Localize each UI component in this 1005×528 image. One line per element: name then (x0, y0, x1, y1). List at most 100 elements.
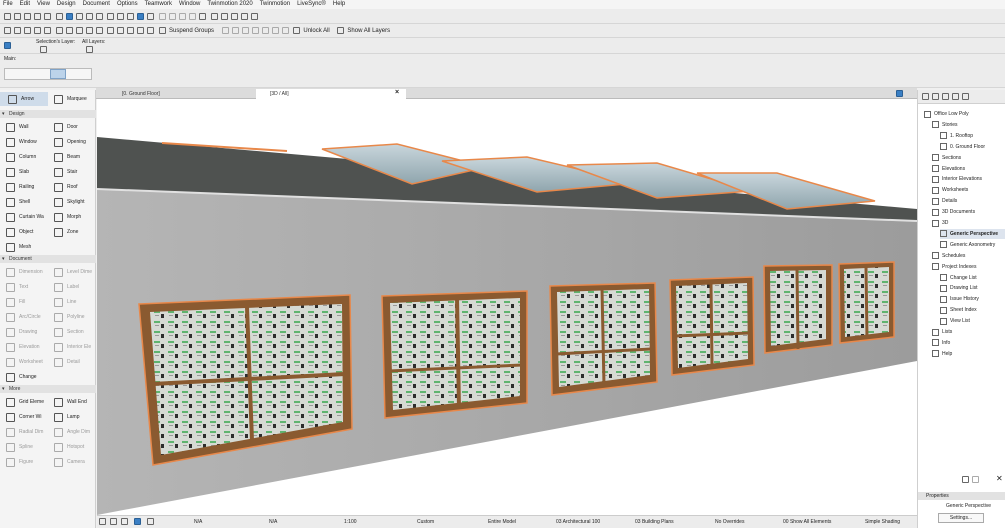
navigator-item[interactable]: Worksheets (932, 185, 968, 195)
tool-spline[interactable]: Spline (6, 440, 33, 454)
navigator-item[interactable]: Generic Perspective (940, 228, 1005, 239)
menu-item[interactable]: Teamwork (145, 0, 172, 9)
tool-arc-circle[interactable]: Arc/Circle (6, 310, 41, 324)
menu-item[interactable]: Twinmotion (260, 0, 290, 9)
tool-icon[interactable] (250, 13, 258, 20)
view-navigate-icon[interactable] (896, 90, 903, 97)
tool-worksheet[interactable]: Worksheet (6, 355, 43, 369)
navigator-item[interactable]: Drawing List (940, 283, 978, 293)
tool-icon[interactable] (189, 13, 197, 20)
menu-item[interactable]: Twinmotion 2020 (207, 0, 252, 9)
tool-icon[interactable] (107, 27, 115, 34)
tool-icon[interactable] (24, 27, 31, 34)
tool-icon[interactable] (55, 27, 63, 34)
scale-field[interactable]: 1:100 (344, 519, 357, 525)
tool-icon[interactable] (221, 27, 229, 34)
navigator-item[interactable]: Generic Axonometry (940, 240, 995, 250)
close-tab-icon[interactable]: × (395, 89, 399, 96)
tool-icon[interactable] (179, 13, 187, 20)
menu-item[interactable]: Help (333, 0, 345, 9)
tool-dimension[interactable]: Dimension (6, 265, 43, 279)
show-all-layers-button[interactable]: Show All Layers (347, 28, 390, 34)
tool-icon[interactable] (95, 27, 103, 34)
tool-drawing[interactable]: Drawing (6, 325, 37, 339)
more-section-header[interactable]: More (0, 385, 96, 393)
menu-item[interactable]: Options (117, 0, 138, 9)
tool-fill[interactable]: Fill (6, 295, 25, 309)
navigator-item[interactable]: Issue History (940, 294, 979, 304)
tool-section[interactable]: Section (54, 325, 84, 339)
navigator-item[interactable]: Lists (932, 327, 952, 337)
tool-icon[interactable] (231, 27, 239, 34)
tool-interior-ele[interactable]: Interior Ele (54, 340, 91, 354)
tool-icon[interactable] (65, 27, 73, 34)
tool-label[interactable]: Label (54, 280, 79, 294)
navigator-item[interactable]: Elevations (932, 164, 965, 174)
unlock-all-button[interactable]: Unlock All (303, 28, 329, 34)
arrow-tool[interactable]: Arrow (0, 92, 48, 106)
tool-icon[interactable] (169, 13, 177, 20)
suspend-groups-button[interactable]: Suspend Groups (169, 28, 214, 34)
new-view-icon[interactable] (962, 476, 969, 483)
tool-zone[interactable]: Zone (54, 225, 78, 239)
tool-icon[interactable] (281, 27, 289, 34)
tool-icon[interactable] (210, 13, 218, 20)
tool-mesh[interactable]: Mesh (6, 240, 31, 254)
document-section-header[interactable]: Document (0, 255, 96, 263)
tool-icon[interactable] (4, 27, 11, 34)
navigator-item[interactable]: 1. Rooftop (940, 131, 973, 141)
tool-icon[interactable] (44, 13, 51, 20)
tool-icon[interactable] (127, 13, 135, 20)
tool-icon[interactable] (147, 13, 155, 20)
navigator-item[interactable]: 0. Ground Floor (940, 142, 985, 152)
tool-shell[interactable]: Shell (6, 195, 30, 209)
navigator-item[interactable]: Help (932, 349, 952, 359)
tool-beam[interactable]: Beam (54, 150, 80, 164)
tool-line[interactable]: Line (54, 295, 76, 309)
tool-hotspot[interactable]: Hotspot (54, 440, 84, 454)
navigator-item[interactable]: Info (932, 338, 950, 348)
tool-icon[interactable] (14, 27, 21, 34)
tool-elevation[interactable]: Elevation (6, 340, 40, 354)
tool-window[interactable]: Window (6, 135, 37, 149)
tool-grid-eleme[interactable]: Grid Eleme (6, 395, 44, 409)
tool-icon[interactable] (4, 13, 11, 20)
tool-text[interactable]: Text (6, 280, 28, 294)
zoom-in-icon[interactable] (121, 518, 128, 525)
marquee-tool[interactable]: Marquee (54, 92, 96, 106)
tool-icon[interactable] (55, 13, 63, 20)
navigator-item[interactable]: Sections (932, 153, 961, 163)
overrides-field[interactable]: No Overrides (715, 519, 744, 525)
menu-item[interactable]: LiveSync® (297, 0, 326, 9)
layer-icon[interactable] (40, 46, 47, 53)
layer-icon[interactable] (86, 46, 93, 53)
redo-icon[interactable] (110, 518, 117, 525)
view-map-icon[interactable] (942, 93, 949, 100)
delete-icon[interactable]: ✕ (996, 474, 1003, 483)
unlock-icon[interactable] (293, 27, 301, 34)
navigator-item[interactable]: Schedules (932, 251, 965, 261)
navigator-item[interactable]: Project Indexes (932, 262, 976, 272)
tool-angle-dim[interactable]: Angle Dim (54, 425, 90, 439)
menu-item[interactable]: Window (179, 0, 200, 9)
tool-icon[interactable] (251, 27, 259, 34)
tool-icon[interactable] (34, 13, 41, 20)
tool-opening[interactable]: Opening (54, 135, 86, 149)
tool-icon[interactable] (137, 13, 145, 20)
tab-3d-all[interactable]: [3D / All] (256, 89, 406, 99)
navigator-item[interactable]: View List (940, 316, 970, 326)
fit-icon[interactable] (147, 518, 154, 525)
tool-icon[interactable] (241, 27, 249, 34)
copy-icon[interactable] (972, 476, 979, 483)
tool-icon[interactable] (199, 13, 207, 20)
project-map-icon[interactable] (932, 93, 939, 100)
tool-icon[interactable] (147, 27, 155, 34)
layers-icon[interactable] (337, 27, 345, 34)
main-tool-strip[interactable] (4, 68, 92, 80)
tool-object[interactable]: Object (6, 225, 33, 239)
settings-button[interactable]: Settings... (938, 513, 984, 523)
menu-item[interactable]: Document (83, 0, 110, 9)
tool-detail[interactable]: Detail (54, 355, 80, 369)
tool-icon[interactable] (107, 13, 115, 20)
tool-icon[interactable] (95, 13, 103, 20)
